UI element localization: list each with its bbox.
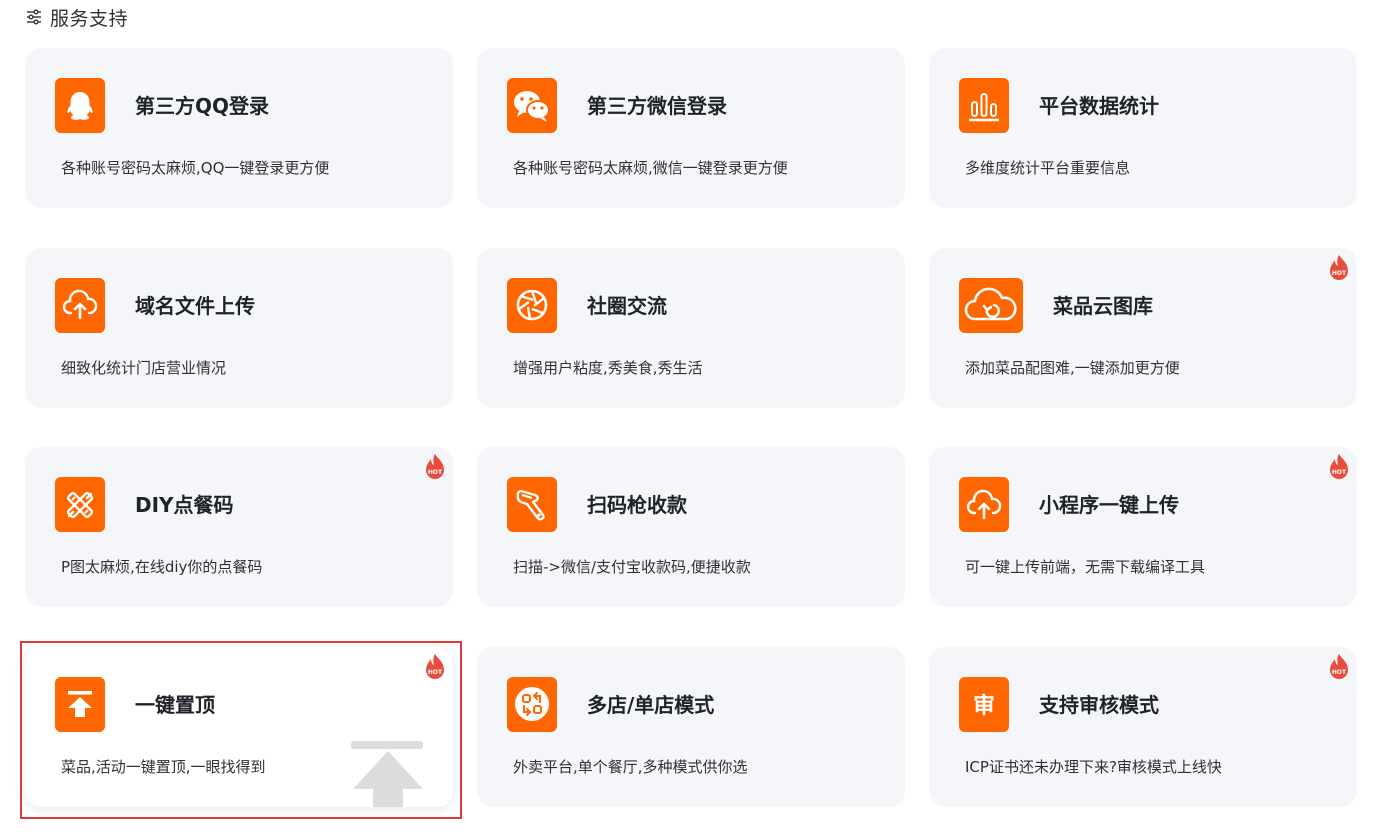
aperture-icon (507, 277, 557, 333)
review-icon-glyph: 审 (972, 694, 995, 719)
card-desc: 添加菜品配图难,一键添加更方便 (965, 358, 1180, 377)
service-card-community[interactable]: 社圈交流 增强用户粘度,秀美食,秀生活 (477, 247, 905, 408)
pin-top-watermark-icon (351, 740, 423, 807)
pin-top-icon (55, 676, 105, 732)
card-desc: ICP证书还未办理下来?审核模式上线快 (965, 757, 1222, 776)
service-card-pin-top[interactable]: 一键置顶 菜品,活动一键置顶,一眼找得到 HOT (25, 646, 453, 807)
section-title: 服务支持 (50, 7, 129, 30)
card-desc: P图太麻烦,在线diy你的点餐码 (61, 558, 263, 576)
qq-icon (55, 78, 105, 133)
hot-badge-icon: HOT (1330, 454, 1348, 479)
service-card-diy-qrcode[interactable]: DIY点餐码 P图太麻烦,在线diy你的点餐码 HOT (25, 447, 453, 607)
card-title: 第三方QQ登录 (135, 94, 270, 118)
card-title: 扫码枪收款 (587, 493, 687, 517)
cloud-upload-icon (959, 477, 1009, 532)
card-title: 一键置顶 (135, 692, 215, 717)
service-card-platform-stats[interactable]: 平台数据统计 多维度统计平台重要信息 (929, 48, 1357, 208)
hot-badge-icon: HOT (426, 653, 444, 679)
card-title: 菜品云图库 (1053, 293, 1153, 318)
card-title: 域名文件上传 (135, 293, 255, 318)
service-card-cloud-gallery[interactable]: 菜品云图库 添加菜品配图难,一键添加更方便 HOT (929, 247, 1357, 408)
card-title: 平台数据统计 (1039, 94, 1159, 118)
service-card-scanner-payment[interactable]: 扫码枪收款 扫描->微信/支付宝收款码,便捷收款 (477, 447, 905, 607)
service-card-review-mode[interactable]: 审 支持审核模式 ICP证书还未办理下来?审核模式上线快 HOT (929, 646, 1357, 807)
hot-label: HOT (428, 469, 443, 476)
bar-chart-icon (959, 78, 1009, 133)
barcode-scanner-icon (507, 477, 557, 532)
service-card-wechat-login[interactable]: 第三方微信登录 各种账号密码太麻烦,微信一键登录更方便 (477, 48, 905, 208)
card-desc: 菜品,活动一键置顶,一眼找得到 (61, 757, 266, 776)
card-desc: 增强用户粘度,秀美食,秀生活 (513, 358, 703, 377)
card-desc: 外卖平台,单个餐厅,多种模式供你选 (513, 757, 748, 776)
card-desc: 可一键上传前端，无需下载编译工具 (965, 558, 1206, 576)
section-header: 服务支持 (26, 4, 128, 30)
review-icon: 审 (959, 676, 1009, 732)
hot-badge-icon: HOT (1330, 653, 1348, 679)
card-title: 社圈交流 (587, 293, 667, 318)
hot-label: HOT (428, 669, 443, 676)
card-desc: 各种账号密码太麻烦,微信一键登录更方便 (513, 159, 788, 177)
hot-badge-icon: HOT (1330, 254, 1348, 280)
switch-mode-icon (507, 676, 557, 732)
service-card-store-mode[interactable]: 多店/单店模式 外卖平台,单个餐厅,多种模式供你选 (477, 646, 905, 807)
sliders-icon (27, 9, 41, 25)
hot-label: HOT (1332, 669, 1347, 676)
cloud-download-icon (959, 277, 1023, 333)
card-desc: 扫描->微信/支付宝收款码,便捷收款 (513, 558, 751, 576)
card-desc: 多维度统计平台重要信息 (965, 159, 1131, 177)
design-tools-icon (55, 477, 105, 532)
card-desc: 各种账号密码太麻烦,QQ一键登录更方便 (61, 159, 330, 177)
card-title: 支持审核模式 (1039, 692, 1159, 717)
hot-badge-icon: HOT (426, 454, 444, 479)
card-title: 多店/单店模式 (587, 692, 715, 717)
service-card-domain-upload[interactable]: 域名文件上传 细致化统计门店营业情况 (25, 247, 453, 408)
card-title: 小程序一键上传 (1039, 493, 1179, 517)
card-title: DIY点餐码 (135, 493, 234, 517)
service-grid: 第三方QQ登录 各种账号密码太麻烦,QQ一键登录更方便 第三方微信登录 各种账号… (25, 48, 1357, 808)
hot-label: HOT (1332, 270, 1347, 277)
card-desc: 细致化统计门店营业情况 (61, 358, 227, 377)
service-card-qq-login[interactable]: 第三方QQ登录 各种账号密码太麻烦,QQ一键登录更方便 (25, 48, 453, 208)
cloud-upload-icon (55, 277, 105, 333)
card-title: 第三方微信登录 (587, 94, 727, 118)
wechat-icon (507, 78, 557, 133)
service-card-miniprogram-upload[interactable]: 小程序一键上传 可一键上传前端，无需下载编译工具 HOT (929, 447, 1357, 607)
hot-label: HOT (1332, 469, 1347, 476)
